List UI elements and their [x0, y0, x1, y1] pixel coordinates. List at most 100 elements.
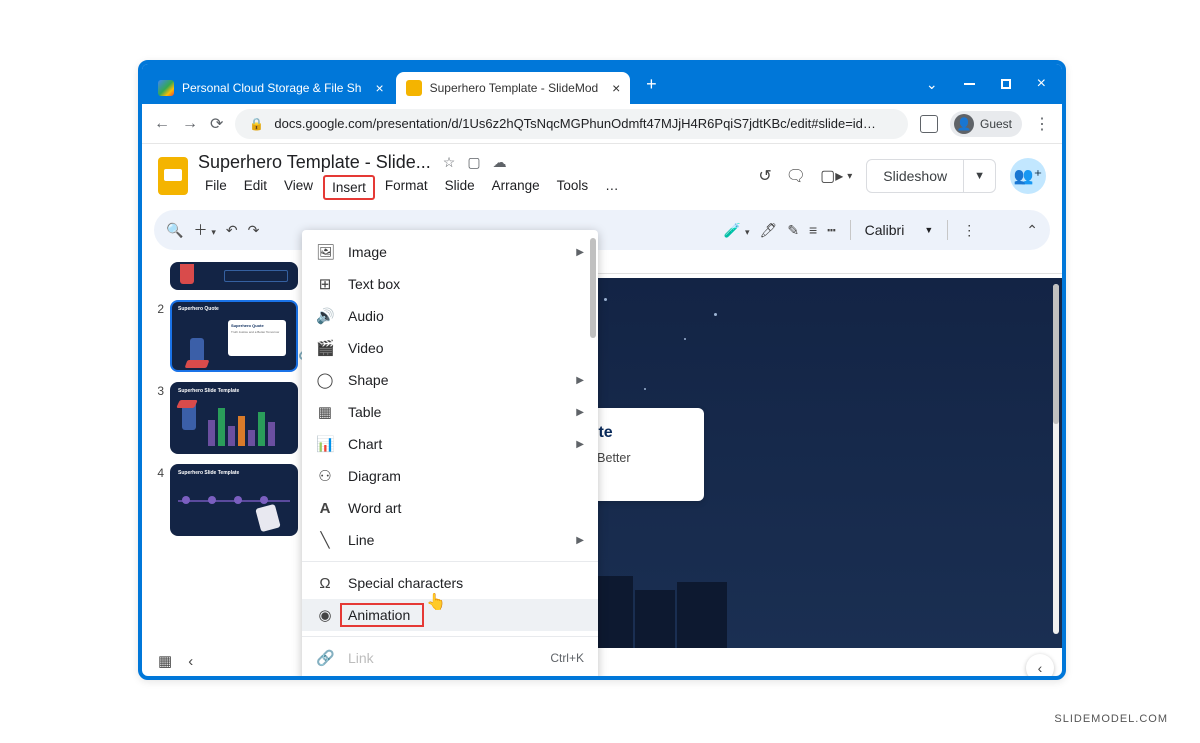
thumb-number: 4: [152, 464, 164, 536]
menu-arrange[interactable]: Arrange: [485, 175, 547, 200]
cloud-icon[interactable]: ☁: [493, 154, 507, 171]
star-icon[interactable]: ☆: [443, 154, 456, 171]
workspace: 2 Superhero Quote Superhero Quote Truth …: [142, 256, 1062, 680]
back-icon[interactable]: ←: [154, 115, 170, 133]
forward-icon[interactable]: →: [182, 115, 198, 133]
menu-item-image[interactable]: 🖼 Image ▶: [302, 236, 598, 268]
submenu-arrow-icon: ▶: [576, 375, 584, 386]
menu-item-table[interactable]: ▦ Table ▶: [302, 396, 598, 428]
line-icon: ╲: [316, 531, 334, 549]
link-icon: 🔗: [316, 649, 334, 667]
submenu-arrow-icon: ▶: [576, 247, 584, 258]
toolbar: 🔍 ＋ ▾ ↶ ↷ 🧪 ▾ 🖊 ✎ ≡ ┅ Calibri▼ ⋮ ⌃: [154, 210, 1050, 250]
browser-titlebar: Personal Cloud Storage & File Sh × Super…: [142, 64, 1062, 104]
animation-icon: ◉: [316, 606, 334, 624]
watermark-text: SLIDEMODEL.COM: [1054, 713, 1168, 725]
slides-logo[interactable]: [158, 157, 188, 195]
new-slide-icon[interactable]: ＋ ▾: [193, 220, 215, 240]
menu-item-chart[interactable]: 📊 Chart ▶: [302, 428, 598, 460]
collapse-toolbar-icon[interactable]: ⌃: [1026, 222, 1038, 239]
undo-icon[interactable]: ↶: [226, 222, 238, 239]
tab-label: Personal Cloud Storage & File Sh: [182, 81, 361, 95]
audio-icon: 🔊: [316, 307, 334, 325]
guest-label: Guest: [980, 117, 1012, 131]
maximize-icon[interactable]: [1001, 79, 1011, 89]
link-shortcut: Ctrl+K: [550, 651, 584, 665]
present-icon[interactable]: ▢▸ ▾: [820, 166, 852, 186]
shape-icon: ◯: [316, 371, 334, 389]
border-weight-icon[interactable]: ≡: [809, 222, 817, 238]
menu-format[interactable]: Format: [378, 175, 435, 200]
menu-slide[interactable]: Slide: [438, 175, 482, 200]
vertical-scrollbar[interactable]: [1053, 284, 1059, 634]
close-window-icon[interactable]: ×: [1037, 75, 1046, 93]
slide-thumbnail-1[interactable]: [170, 262, 298, 290]
comments-icon[interactable]: 🗨: [786, 166, 806, 186]
drive-icon: [158, 80, 174, 96]
insert-menu-dropdown: 🖼 Image ▶ ⊞ Text box 🔊 Audio 🎬 Video ◯ S…: [302, 230, 598, 680]
move-icon[interactable]: ▢: [467, 154, 480, 171]
close-icon[interactable]: ×: [375, 80, 383, 96]
browser-window: Personal Cloud Storage & File Sh × Super…: [138, 60, 1066, 680]
menu-item-video[interactable]: 🎬 Video: [302, 332, 598, 364]
grid-view-icon[interactable]: ▦: [158, 652, 172, 670]
highlighter-icon[interactable]: ✎: [787, 222, 799, 239]
prev-slide-icon[interactable]: ‹: [188, 653, 193, 670]
slide-thumbnail-4[interactable]: Superhero Slide Template: [170, 464, 298, 536]
menu-tools[interactable]: Tools: [550, 175, 596, 200]
menu-item-diagram[interactable]: ⚇ Diagram: [302, 460, 598, 492]
cursor-pointer-icon: 👆: [426, 592, 446, 612]
menu-item-wordart[interactable]: A Word art: [302, 492, 598, 524]
menu-item-animation[interactable]: ◉ Animation: [302, 599, 598, 631]
new-tab-button[interactable]: +: [638, 71, 664, 97]
more-toolbar-icon[interactable]: ⋮: [962, 222, 976, 239]
reload-icon[interactable]: ⟳: [210, 114, 223, 134]
table-icon: ▦: [316, 403, 334, 421]
close-icon[interactable]: ×: [612, 80, 620, 96]
border-color-icon[interactable]: 🖊: [760, 222, 778, 239]
minimize-icon[interactable]: [964, 83, 975, 85]
slides-icon: [406, 80, 422, 96]
menu-more[interactable]: …: [598, 175, 626, 200]
diagram-icon: ⚇: [316, 467, 334, 485]
menu-item-line[interactable]: ╲ Line ▶: [302, 524, 598, 556]
submenu-arrow-icon: ▶: [576, 535, 584, 546]
person-add-icon: 👥⁺: [1014, 166, 1042, 186]
explore-fab[interactable]: ‹: [1026, 654, 1054, 680]
wordart-icon: A: [316, 500, 334, 517]
slideshow-button[interactable]: Slideshow ▼: [866, 159, 996, 193]
border-dash-icon[interactable]: ┅: [827, 222, 835, 239]
thumb-number: 3: [152, 382, 164, 454]
menu-item-special-characters[interactable]: Ω Special characters: [302, 567, 598, 599]
menu-insert[interactable]: Insert: [323, 175, 375, 200]
menu-file[interactable]: File: [198, 175, 234, 200]
history-icon[interactable]: ↺: [758, 166, 771, 186]
slide-thumbnail-3[interactable]: Superhero Slide Template: [170, 382, 298, 454]
thumb-number: 2: [152, 300, 164, 372]
tab-slides[interactable]: Superhero Template - SlideMod ×: [396, 72, 631, 104]
url-text: docs.google.com/presentation/d/1Us6z2hQT…: [274, 116, 876, 131]
submenu-arrow-icon: ▶: [576, 407, 584, 418]
menu-edit[interactable]: Edit: [237, 175, 274, 200]
chevron-down-icon[interactable]: ⌄: [926, 76, 938, 93]
menu-view[interactable]: View: [277, 175, 320, 200]
menu-item-textbox[interactable]: ⊞ Text box: [302, 268, 598, 300]
guest-profile[interactable]: 👤 Guest: [950, 111, 1022, 137]
menu-item-shape[interactable]: ◯ Shape ▶: [302, 364, 598, 396]
tab-drive[interactable]: Personal Cloud Storage & File Sh ×: [148, 72, 394, 104]
slideshow-label: Slideshow: [867, 160, 964, 192]
kebab-menu-icon[interactable]: ⋮: [1034, 114, 1050, 134]
menu-item-audio[interactable]: 🔊 Audio: [302, 300, 598, 332]
slide-thumbnail-2[interactable]: Superhero Quote Superhero Quote Truth Ju…: [170, 300, 298, 372]
chevron-down-icon[interactable]: ▼: [964, 170, 995, 182]
font-selector[interactable]: Calibri▼: [865, 222, 934, 238]
paint-fill-icon[interactable]: 🧪 ▾: [724, 222, 750, 239]
address-bar[interactable]: 🔒 docs.google.com/presentation/d/1Us6z2h…: [235, 109, 908, 139]
extension-icon[interactable]: [920, 115, 938, 133]
chart-icon: 📊: [316, 435, 334, 453]
document-title[interactable]: Superhero Template - Slide...: [198, 152, 431, 173]
menu-item-link: 🔗 Link Ctrl+K: [302, 642, 598, 674]
redo-icon[interactable]: ↷: [248, 222, 260, 239]
search-icon[interactable]: 🔍: [166, 222, 183, 239]
share-button[interactable]: 👥⁺: [1010, 158, 1046, 194]
